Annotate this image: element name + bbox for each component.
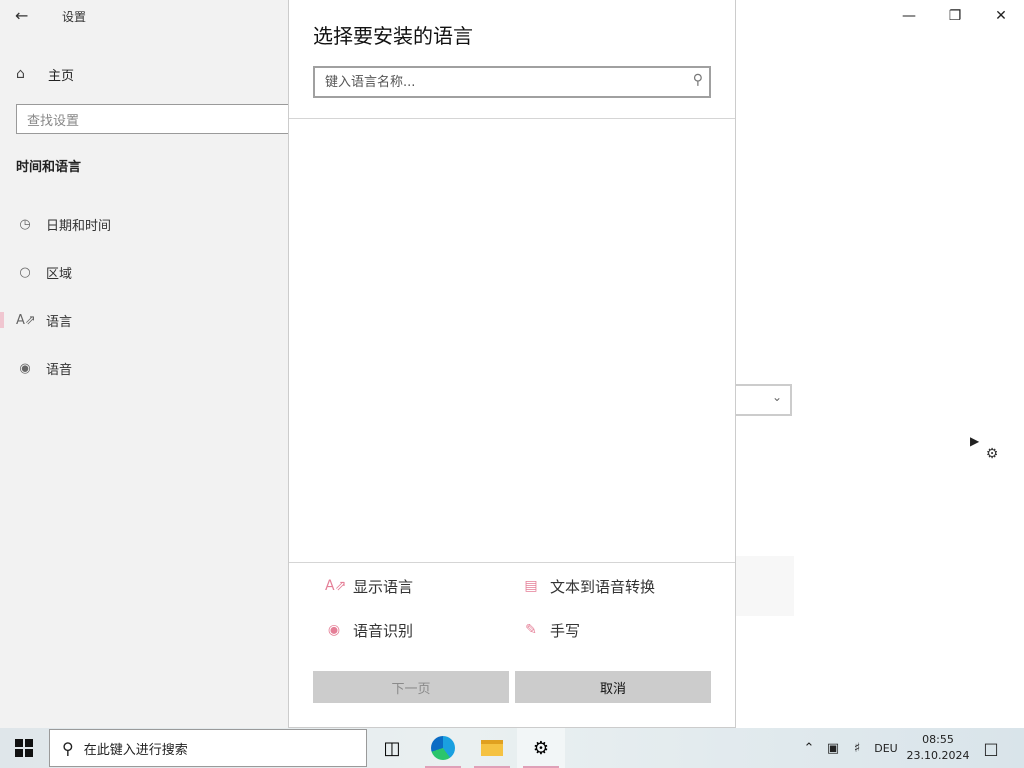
microphone-icon: ◉ bbox=[19, 360, 31, 376]
busy-indicator-icon: ⚙ bbox=[985, 446, 999, 462]
sidebar-item-label: 日期和时间 bbox=[46, 218, 112, 234]
file-explorer-button[interactable] bbox=[468, 728, 516, 768]
volume-muted-icon: ♯ bbox=[853, 740, 861, 756]
language-code: DEU bbox=[874, 741, 898, 755]
window-controls: — ❐ ✕ bbox=[886, 0, 1024, 32]
microphone-icon: ◉ bbox=[327, 622, 341, 638]
clock[interactable]: 08:55 23.10.2024 bbox=[904, 730, 972, 766]
globe-icon: ○ bbox=[19, 264, 31, 280]
dialog-title: 选择要安装的语言 bbox=[313, 24, 473, 48]
search-icon[interactable]: ⚲ bbox=[693, 72, 703, 88]
home-label: 主页 bbox=[48, 68, 75, 84]
show-hidden-icons-button[interactable]: ⌃ bbox=[798, 728, 820, 768]
section-title: 时间和语言 bbox=[16, 160, 82, 175]
sidebar-item-speech[interactable]: ◉ 语音 bbox=[0, 348, 288, 388]
display-language-icon: A⇗ bbox=[325, 578, 347, 594]
background-panel bbox=[736, 556, 794, 616]
home-icon: ⌂ bbox=[16, 66, 25, 82]
network-icon: ▣ bbox=[826, 740, 840, 756]
background-dropdown[interactable]: ⌄ bbox=[736, 384, 792, 416]
action-center-button[interactable]: □ bbox=[976, 728, 1006, 768]
restore-button[interactable]: ❐ bbox=[932, 0, 978, 32]
settings-search-input[interactable]: 查找设置 bbox=[16, 104, 292, 134]
sidebar-item-label: 区域 bbox=[46, 266, 73, 282]
feature-label: 显示语言 bbox=[353, 577, 414, 596]
edge-icon bbox=[431, 736, 455, 760]
taskbar: ⚲ 在此键入进行搜索 ◫ ⚙ ⌃ ▣ ♯ DEU 08:55 23.10.202… bbox=[0, 728, 1024, 768]
volume-button[interactable]: ♯ bbox=[846, 728, 868, 768]
edge-button[interactable] bbox=[419, 728, 467, 768]
feature-display-language: A⇗ 显示语言 bbox=[325, 574, 413, 598]
clock-date: 23.10.2024 bbox=[906, 749, 970, 762]
cancel-button[interactable]: 取消 bbox=[515, 671, 711, 703]
mouse-cursor-icon: ▶ bbox=[970, 434, 980, 448]
handwriting-icon: ✎ bbox=[525, 622, 537, 638]
sidebar-item-language[interactable]: A⇗ 语言 bbox=[0, 300, 288, 340]
divider bbox=[289, 562, 735, 563]
task-view-icon: ◫ bbox=[383, 737, 401, 759]
settings-button[interactable]: ⚙ bbox=[517, 728, 565, 768]
sidebar-item-date-time[interactable]: ◷ 日期和时间 bbox=[0, 204, 288, 244]
home-link[interactable]: ⌂ 主页 bbox=[16, 62, 74, 86]
notification-icon: □ bbox=[983, 738, 999, 758]
taskbar-search-placeholder: 在此键入进行搜索 bbox=[83, 742, 188, 758]
feature-handwriting: ✎ 手写 bbox=[522, 618, 580, 642]
input-language-indicator[interactable]: DEU bbox=[870, 728, 902, 768]
language-search-input[interactable] bbox=[323, 72, 673, 92]
taskbar-search-box[interactable]: ⚲ 在此键入进行搜索 bbox=[49, 729, 367, 767]
feature-text-to-speech: ▤ 文本到语音转换 bbox=[522, 574, 655, 598]
language-search-box[interactable]: ⚲ bbox=[313, 66, 711, 98]
start-button[interactable] bbox=[0, 728, 48, 768]
feature-label: 文本到语音转换 bbox=[550, 577, 656, 596]
calendar-clock-icon: ◷ bbox=[19, 216, 31, 232]
network-button[interactable]: ▣ bbox=[822, 728, 844, 768]
feature-label: 手写 bbox=[550, 621, 581, 640]
folder-icon bbox=[481, 740, 503, 756]
sidebar-item-label: 语言 bbox=[46, 314, 73, 330]
sidebar-item-label: 语音 bbox=[46, 362, 73, 378]
feature-label: 语音识别 bbox=[353, 621, 414, 640]
task-view-button[interactable]: ◫ bbox=[368, 728, 416, 768]
gear-icon: ⚙ bbox=[532, 737, 550, 759]
next-button[interactable]: 下一页 bbox=[313, 671, 509, 703]
app-title: 设置 bbox=[62, 10, 87, 24]
search-icon: ⚲ bbox=[62, 738, 74, 758]
clock-time: 08:55 bbox=[922, 733, 954, 746]
close-button[interactable]: ✕ bbox=[978, 0, 1024, 32]
text-to-speech-icon: ▤ bbox=[524, 578, 538, 594]
settings-sidebar: ← 设置 ⌂ 主页 查找设置 时间和语言 ◷ 日期和时间 ○ 区域 A⇗ 语言 … bbox=[0, 0, 292, 728]
language-icon: A⇗ bbox=[16, 312, 36, 328]
language-list[interactable] bbox=[289, 119, 735, 562]
chevron-down-icon: ⌄ bbox=[771, 390, 782, 404]
sidebar-item-region[interactable]: ○ 区域 bbox=[0, 252, 288, 292]
back-arrow-icon[interactable]: ← bbox=[15, 6, 28, 25]
feature-speech-recognition: ◉ 语音识别 bbox=[325, 618, 413, 642]
add-language-dialog: 选择要安装的语言 ⚲ A⇗ 显示语言 ▤ 文本到语音转换 ◉ 语音识别 ✎ 手写… bbox=[288, 0, 736, 728]
settings-search-placeholder: 查找设置 bbox=[27, 113, 80, 129]
minimize-button[interactable]: — bbox=[886, 0, 932, 32]
chevron-up-icon: ⌃ bbox=[803, 740, 815, 756]
windows-logo-icon bbox=[15, 739, 33, 757]
